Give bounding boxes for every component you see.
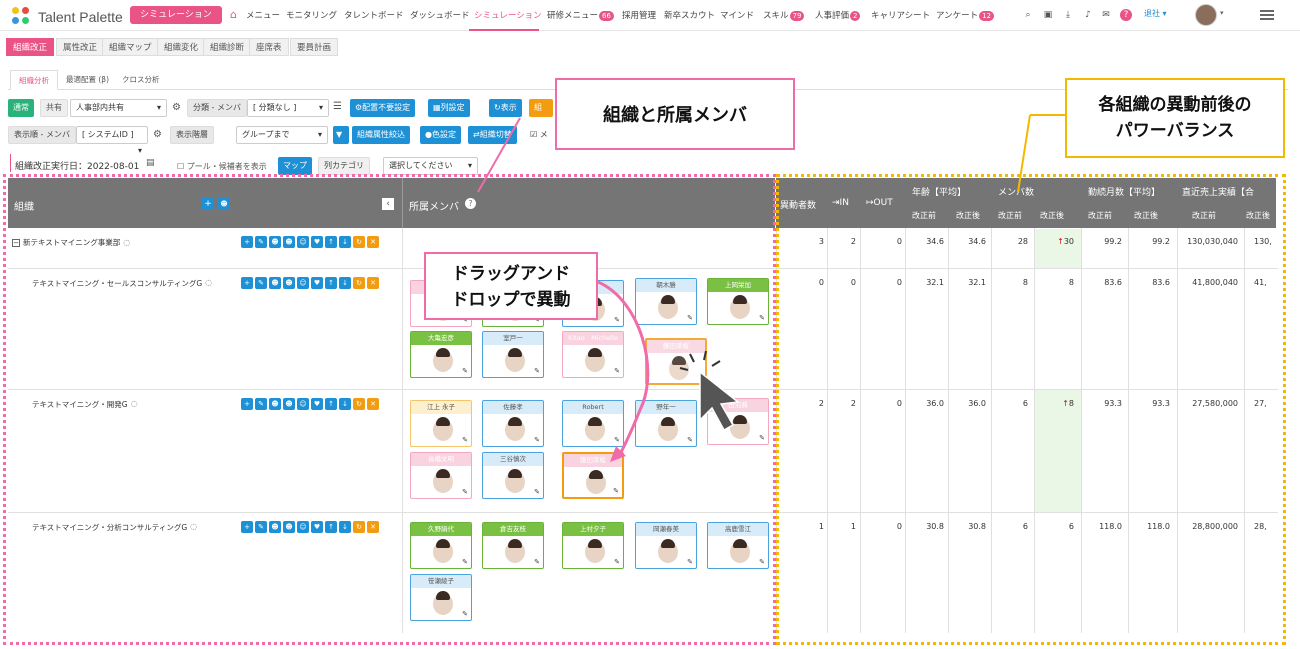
callout-drag-line2: ドロップで異動: [451, 290, 571, 310]
click-burst-icon: [679, 350, 721, 371]
callout-drag-line1: ドラッグアンド: [451, 264, 571, 284]
callout-drag-drop: ドラッグアンド ドロップで異動: [424, 252, 598, 320]
power-callout-pointer: [1017, 114, 1031, 193]
callout-org-members: 組織と所属メンバ: [555, 78, 795, 150]
org-callout-pointer: [477, 117, 521, 193]
callout-power-line2: パワーバランス: [1115, 121, 1235, 141]
drag-path-arrow: [597, 280, 650, 459]
callout-power-balance: 各組織の異動前後の パワーバランス: [1065, 78, 1285, 158]
mouse-cursor-icon: [699, 370, 740, 432]
callout-power-line1: 各組織の異動前後の: [1098, 95, 1252, 115]
